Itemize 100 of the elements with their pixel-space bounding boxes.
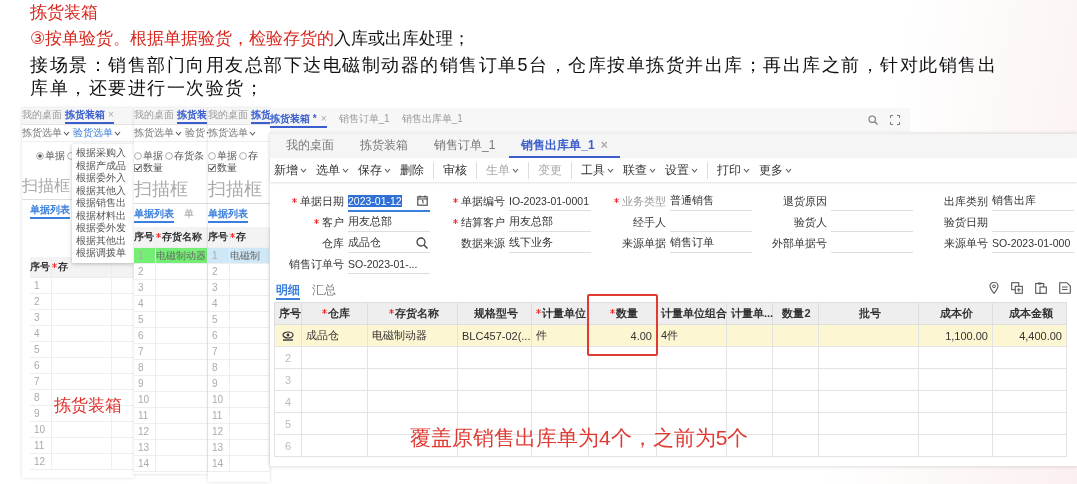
tab[interactable]: 拣货装箱 [348,135,420,158]
toolbar-button[interactable]: 设置 [665,161,708,179]
input-field[interactable]: 销售出库 [992,192,1074,211]
table-cell: 1,100.00 [945,329,988,342]
column-header[interactable]: 计量单... [726,302,773,325]
row-number: 4 [34,328,40,339]
table-cell: 4件 [661,329,679,341]
tab[interactable]: 销售出库单_1 × [509,135,620,158]
search-icon [868,115,878,125]
slide-point: ③按单验货。根据单据验货，检验存货的入库或出库处理； [30,28,472,50]
table-row[interactable]: 1 电磁制 [208,248,270,264]
row-number: 14 [138,458,150,469]
row-number: 12 [212,426,224,437]
row-number: 7 [212,346,218,357]
menu-item[interactable]: 根据调拨单 [72,247,134,260]
column-header[interactable]: 计量单位 [531,302,589,325]
toolbar-button[interactable]: 打印 [717,161,750,179]
toolbar-button[interactable]: 拣货选单 [22,126,70,140]
radio-button[interactable] [208,152,216,160]
menu-item[interactable]: 根据委外发 [72,222,134,235]
tab[interactable]: 明细 [276,282,300,300]
input-field[interactable]: 用友总部 [509,213,591,232]
checkbox[interactable] [134,164,142,172]
input-field[interactable]: 销售订单 [670,234,752,253]
field-label: 仓库 [322,236,344,251]
fullscreen-icon [890,115,900,125]
column-header: 序号 [134,227,156,247]
toolbar-button[interactable]: 保存 [358,161,391,179]
row-number: 3 [138,282,144,293]
input-field[interactable]: IO-2023-01-0001 [509,192,591,211]
toolbar-button[interactable]: 更多 [759,161,792,179]
radio-button[interactable] [239,152,247,160]
menu-item[interactable]: 根据产成品 [72,159,134,172]
input-field[interactable]: 线下业务 [509,234,591,253]
column-header[interactable]: 计量单位组合 [656,302,727,325]
tab[interactable]: 拣货装箱 × [65,108,114,124]
tab[interactable]: 单据列表 [30,203,70,219]
toolbar-button[interactable]: 工具 [581,161,614,179]
column-header[interactable]: 存货名称 [367,302,458,325]
scan-field[interactable]: 扫描框 [22,172,72,200]
radio-button[interactable] [134,152,142,160]
table-row[interactable]: 1 电磁制动器 [134,248,208,264]
input-field[interactable]: 2023-01-12 [348,191,430,212]
tab[interactable]: 我的桌面 [274,135,346,158]
row-number: 11 [34,440,45,451]
tab[interactable]: 汇总 [312,282,336,300]
menu-item[interactable]: 根据其他入 [72,184,134,197]
field-label: 销售订单号 [289,257,344,272]
toolbar-button[interactable]: 验货 [185,126,208,140]
column-header[interactable]: 规格型号 [457,302,532,325]
tab[interactable]: 单据列表 [134,207,174,223]
column-header[interactable]: 成本金额 [992,302,1067,325]
required-asterisk-icon [536,309,541,314]
tab[interactable]: 单据列表 [208,207,248,223]
row-header-cell[interactable] [274,324,302,347]
row-number: 14 [212,458,224,469]
checkbox[interactable] [208,164,216,172]
column-header[interactable]: 序号 [274,302,302,325]
column-header[interactable]: 仓库 [301,302,368,325]
toolbar-button[interactable]: 新增 [274,161,307,179]
slide-title: 拣货装箱 [30,2,99,24]
input-field[interactable]: 成品仓 [348,234,430,253]
input-field[interactable]: 用友总部 [348,213,430,232]
toolbar-button[interactable]: 审核 [443,161,477,179]
row-number: 3 [212,282,218,293]
input-field[interactable]: SO-2023-01-... [348,255,430,274]
field-label: 退货原因 [783,194,827,209]
menu-item[interactable]: 根据其他出 [72,234,134,247]
column-header[interactable]: 数量2 [772,302,819,325]
menu-item[interactable]: 根据材料出 [72,209,134,222]
radio-button[interactable] [165,152,173,160]
scan-field[interactable]: 扫描框 [134,176,208,204]
row-number: 6 [138,330,144,341]
row-number: 7 [34,376,40,387]
row-number: 5 [212,314,218,325]
scan-field[interactable]: 扫描框 [208,176,270,204]
input-field[interactable]: SO-2023-01-000 [992,234,1074,253]
toolbar-button[interactable]: 删除 [400,161,434,179]
tab[interactable]: 拣货装箱 * × [270,112,327,128]
toolbar-button[interactable]: 拣货选单 [134,126,182,140]
toolbar-button[interactable]: 选单 [316,161,349,179]
clipboard-icon [1035,282,1047,294]
menu-item[interactable]: 根据采购入 [72,147,134,160]
column-header[interactable]: 成本价 [918,302,993,325]
table-cell: 成品仓 [306,329,339,341]
radio-button[interactable] [36,152,44,160]
column-header[interactable]: 批号 [818,302,919,325]
row-number: 12 [34,456,46,467]
row-number: 8 [212,362,218,373]
toolbar-button[interactable]: 联查 [623,161,656,179]
row-number: 2 [284,351,292,364]
field-label: 出库类别 [944,194,988,209]
toolbar-button[interactable]: 拣货选单 [208,126,256,140]
menu-item[interactable]: 根据委外入 [72,172,134,185]
column-header[interactable]: 数量 [588,302,657,325]
row-number: 1 [212,250,218,261]
toolbar-button[interactable]: 验货选单 [73,126,121,140]
tab[interactable]: 销售订单_1 [422,135,508,158]
menu-item[interactable]: 根据销售出 [72,197,134,210]
row-number: 3 [34,312,40,323]
